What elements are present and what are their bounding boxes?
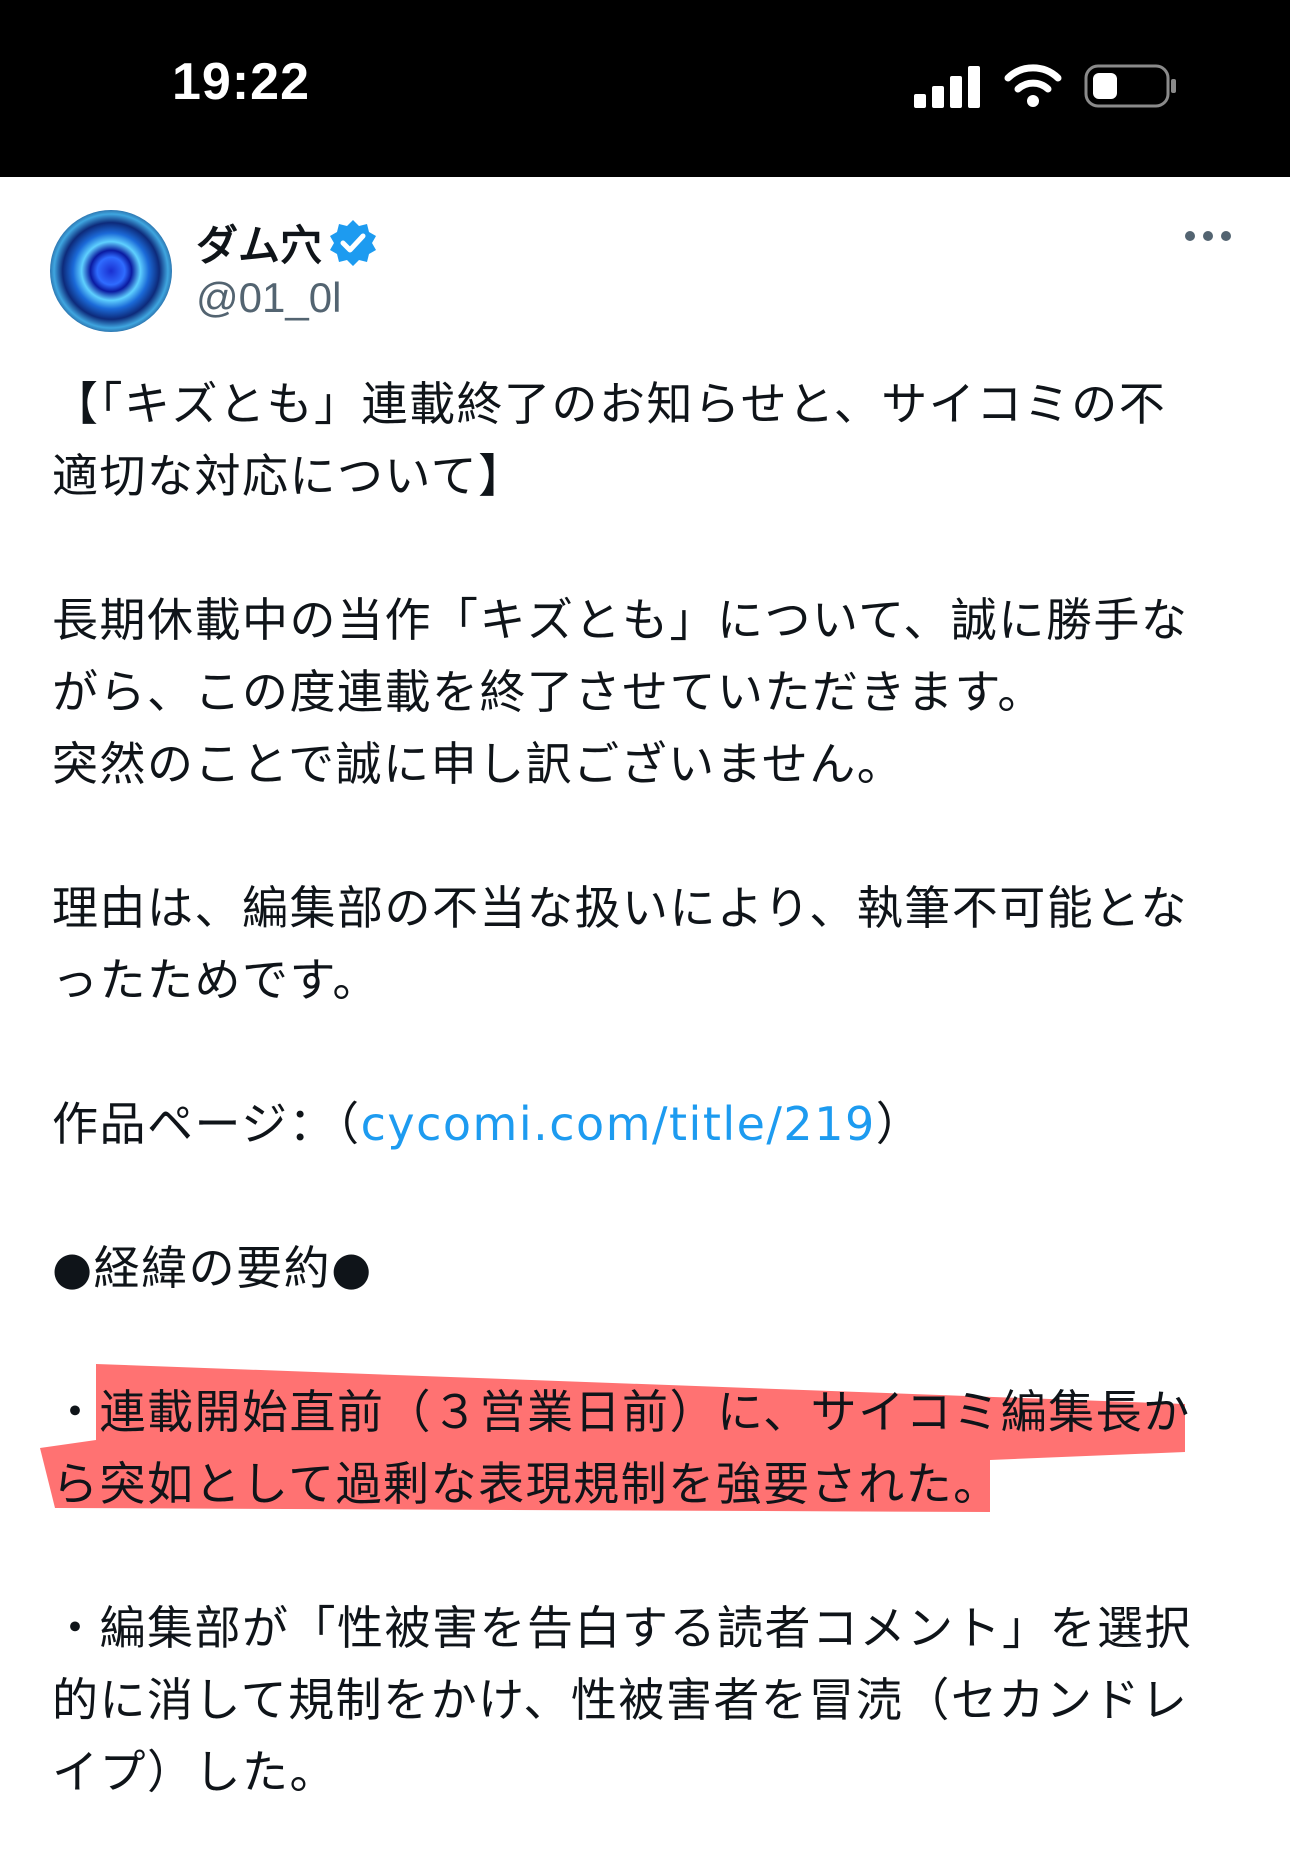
post-title-line: 【「キズとも」連載終了のお知らせと、サイコミの不: [52, 377, 1167, 431]
more-options-icon[interactable]: [1184, 224, 1232, 248]
post-text-line: 突然のことで誠に申し訳ございません。: [52, 737, 905, 791]
bullet-line: イプ）した。: [52, 1745, 337, 1799]
author-display-name[interactable]: ダム穴: [196, 212, 322, 273]
post-text-line: ったためです。: [52, 953, 380, 1007]
post-text-line: 理由は、編集部の不当な扱いにより、執筆不可能とな: [52, 881, 1188, 935]
signal-icon: [914, 66, 980, 108]
status-bar: 19:22: [0, 0, 1290, 177]
author-handle[interactable]: @01_0l: [196, 274, 341, 322]
work-page-link[interactable]: cycomi.com/title/219: [361, 1097, 876, 1151]
post-text-line: 長期休載中の当作「キズとも」について、誠に勝手な: [52, 593, 1189, 647]
status-time: 19:22: [172, 53, 310, 111]
post-body: 【「キズとも」連載終了のお知らせと、サイコミの不 適切な対応について】 長期休載…: [52, 368, 1242, 1808]
work-page-line: 作品ページ：（cycomi.com/title/219）: [52, 1088, 1242, 1160]
work-page-prefix: 作品ページ：（: [52, 1097, 361, 1151]
summary-heading: ●経緯の要約●: [52, 1241, 373, 1295]
work-page-suffix: ）: [875, 1097, 924, 1151]
avatar[interactable]: [50, 210, 172, 332]
battery-icon: [1084, 64, 1176, 108]
post-text-line: がら、この度連載を終了させていただきます。: [52, 665, 1045, 719]
bullet-line: ・連載開始直前（３営業日前）に、サイコミ編集長か: [52, 1385, 1191, 1439]
wifi-icon: [1004, 64, 1062, 107]
bullet-line: 的に消して規制をかけ、性被害者を冒涜（セカンドレ: [52, 1673, 1189, 1727]
bullet-line: ・編集部が「性被害を告白する読者コメント」を選択: [52, 1601, 1192, 1655]
verified-badge-icon: [330, 220, 376, 266]
post-title-line: 適切な対応について】: [52, 449, 526, 503]
bullet-line: ら突如として過剰な表現規制を強要された。: [52, 1457, 1001, 1511]
